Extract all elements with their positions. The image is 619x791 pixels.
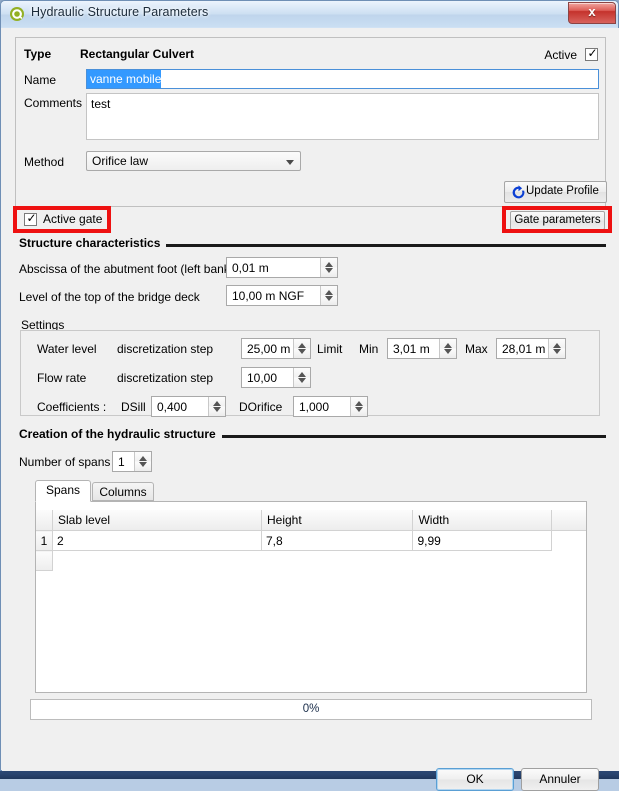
close-icon[interactable]: x <box>568 2 616 24</box>
max-spinbox[interactable]: 28,01 m <box>496 338 566 359</box>
gate-parameters-button[interactable]: Gate parameters <box>510 211 605 230</box>
abscissa-spinbox[interactable]: 0,01 m <box>226 257 338 278</box>
dorifice-label: DOrifice <box>239 400 282 414</box>
update-profile-label: Update Profile <box>526 185 599 197</box>
table-cell-empty-1 <box>53 551 262 571</box>
table-cell-filler <box>551 531 586 551</box>
title-bar[interactable]: Hydraulic Structure Parameters x <box>1 1 618 28</box>
max-label: Max <box>465 342 488 356</box>
abscissa-label: Abscissa of the abutment foot (left bank… <box>19 262 234 276</box>
comments-textarea[interactable]: test <box>86 93 599 140</box>
number-of-spans-stepper[interactable] <box>134 452 151 471</box>
flow-rate-step-value: 10,00 <box>247 371 277 385</box>
update-profile-button[interactable]: Update Profile <box>504 181 607 203</box>
table-header-row: Slab level Height Width <box>36 510 586 531</box>
bridge-deck-spinbox[interactable]: 10,00 m NGF <box>226 285 338 306</box>
spans-table[interactable]: Slab level Height Width 1 2 7,8 9,99 <box>36 510 586 571</box>
table-cell-empty-3 <box>413 551 551 571</box>
close-glyph: x <box>569 4 615 19</box>
table-row[interactable]: 1 2 7,8 9,99 <box>36 531 586 551</box>
method-selected-value: Orifice law <box>92 154 148 168</box>
table-cell-empty-2 <box>261 551 412 571</box>
method-label: Method <box>24 155 64 169</box>
water-level-label: Water level <box>37 342 97 356</box>
name-input-value: vanne mobile <box>87 70 161 88</box>
dialog-window: Hydraulic Structure Parameters x Type Re… <box>0 0 619 771</box>
max-value: 28,01 m <box>502 342 545 356</box>
active-checkbox[interactable] <box>585 48 598 61</box>
active-gate-check-glyph[interactable] <box>24 213 37 226</box>
progress-bar: 0% <box>30 699 592 720</box>
window-title: Hydraulic Structure Parameters <box>31 5 208 19</box>
method-select[interactable]: Orifice law <box>86 151 301 171</box>
min-value: 3,01 m <box>393 342 430 356</box>
abscissa-value: 0,01 m <box>232 261 269 275</box>
number-of-spans-spinbox[interactable]: 1 <box>112 451 152 472</box>
active-gate-label: Active gate <box>43 212 102 226</box>
chevron-down-icon <box>286 160 294 165</box>
coefficients-label: Coefficients : <box>37 400 106 414</box>
table-cell-empty-4 <box>551 551 586 571</box>
refresh-icon <box>511 185 526 200</box>
dsill-value: 0,400 <box>157 400 187 414</box>
limit-label: Limit <box>317 342 342 356</box>
comments-label: Comments <box>24 96 82 110</box>
table-cell-height[interactable]: 7,8 <box>261 531 412 551</box>
bridge-deck-value: 10,00 m NGF <box>232 289 304 303</box>
cancel-button[interactable]: Annuler <box>521 768 599 791</box>
dorifice-stepper[interactable] <box>350 397 367 416</box>
dsill-label: DSill <box>121 400 146 414</box>
flow-rate-step-label: discretization step <box>117 371 213 385</box>
max-stepper[interactable] <box>548 339 565 358</box>
flow-rate-label: Flow rate <box>37 371 86 385</box>
water-level-step-stepper[interactable] <box>293 339 310 358</box>
table-header-width[interactable]: Width <box>413 510 551 531</box>
number-of-spans-value: 1 <box>118 455 125 469</box>
table-header-slab-level[interactable]: Slab level <box>53 510 262 531</box>
name-label: Name <box>24 73 56 87</box>
min-spinbox[interactable]: 3,01 m <box>387 338 457 359</box>
water-level-step-spinbox[interactable]: 25,00 m <box>241 338 311 359</box>
number-of-spans-label: Number of spans <box>19 455 110 469</box>
table-row-empty[interactable] <box>36 551 586 571</box>
dsill-stepper[interactable] <box>208 397 225 416</box>
qgis-logo-icon <box>9 6 25 22</box>
water-level-step-value: 25,00 m <box>247 342 290 356</box>
type-value: Rectangular Culvert <box>80 47 194 61</box>
settings-group: Water level discretization step 25,00 m … <box>20 330 600 416</box>
tab-columns[interactable]: Columns <box>92 482 154 501</box>
dorifice-value: 1,000 <box>299 400 329 414</box>
table-header-filler <box>551 510 586 531</box>
table-cell-slab-level[interactable]: 2 <box>53 531 262 551</box>
table-corner-header[interactable] <box>36 510 53 531</box>
table-row-index[interactable]: 1 <box>36 531 53 551</box>
dorifice-spinbox[interactable]: 1,000 <box>293 396 368 417</box>
flow-rate-step-spinbox[interactable]: 10,00 <box>241 367 311 388</box>
table-row-index-empty[interactable] <box>36 551 53 571</box>
bridge-deck-stepper[interactable] <box>320 286 337 305</box>
flow-rate-step-stepper[interactable] <box>293 368 310 387</box>
table-cell-width[interactable]: 9,99 <box>413 531 551 551</box>
water-level-step-label: discretization step <box>117 342 213 356</box>
type-label: Type <box>24 47 51 61</box>
bridge-deck-label: Level of the top of the bridge deck <box>19 290 200 304</box>
table-header-height[interactable]: Height <box>261 510 412 531</box>
active-label: Active <box>544 48 577 62</box>
dialog-client-area: Type Rectangular Culvert Active Name van… <box>2 28 619 771</box>
min-label: Min <box>359 342 378 356</box>
structure-characteristics-title: Structure characteristics <box>19 236 166 250</box>
ok-button[interactable]: OK <box>436 768 514 791</box>
min-stepper[interactable] <box>439 339 456 358</box>
abscissa-stepper[interactable] <box>320 258 337 277</box>
creation-structure-title: Creation of the hydraulic structure <box>19 427 222 441</box>
tab-spans[interactable]: Spans <box>35 480 91 502</box>
name-input[interactable]: vanne mobile <box>86 69 599 89</box>
dsill-spinbox[interactable]: 0,400 <box>151 396 226 417</box>
